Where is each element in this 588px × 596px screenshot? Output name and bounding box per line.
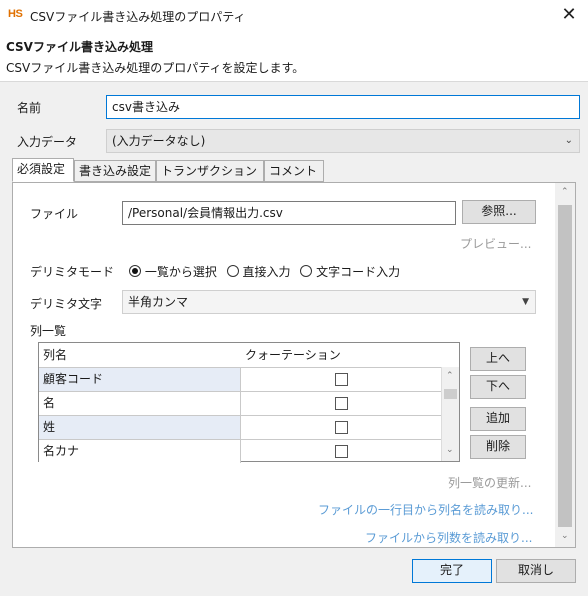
cell-quote bbox=[241, 368, 441, 391]
file-path-input[interactable]: /Personal/会員情報出力.csv bbox=[122, 201, 456, 225]
table-row[interactable]: 名 bbox=[39, 391, 441, 415]
column-header-quote: クォーテーション bbox=[245, 348, 341, 362]
input-data-value: (入力データなし) bbox=[112, 134, 206, 148]
window-title: CSVファイル書き込み処理のプロパティ bbox=[30, 10, 246, 24]
add-button[interactable]: 追加 bbox=[470, 407, 526, 431]
column-list-label: 列一覧 bbox=[30, 324, 67, 338]
cell-column-name[interactable]: 名 bbox=[39, 392, 241, 415]
read-column-count-link[interactable]: ファイルから列数を読み取り... bbox=[365, 529, 532, 546]
quote-checkbox[interactable] bbox=[335, 421, 348, 434]
delimiter-char-label: デリミタ文字 bbox=[30, 297, 103, 311]
move-down-button[interactable]: 下へ bbox=[470, 375, 526, 399]
table-row[interactable]: 名カナ bbox=[39, 439, 441, 463]
radio-selected-icon bbox=[129, 265, 141, 277]
name-input[interactable]: csv書き込み bbox=[106, 95, 580, 119]
app-logo: HS bbox=[8, 8, 23, 20]
move-up-button[interactable]: 上へ bbox=[470, 347, 526, 371]
tab-transaction[interactable]: トランザクション bbox=[156, 160, 264, 182]
preview-link[interactable]: プレビュー... bbox=[460, 235, 531, 252]
chevron-up-icon[interactable]: ⌃ bbox=[446, 371, 454, 381]
delimiter-mode-label: デリミタモード bbox=[30, 265, 115, 279]
finish-button[interactable]: 完了 bbox=[412, 559, 492, 583]
delimiter-mode-group: 一覧から選択 直接入力 文字コード入力 bbox=[129, 263, 400, 280]
refresh-column-list-link[interactable]: 列一覧の更新... bbox=[448, 474, 531, 491]
table-row[interactable]: 姓 bbox=[39, 415, 441, 439]
chevron-down-icon[interactable]: ⌄ bbox=[561, 531, 569, 541]
radio-empty-icon bbox=[300, 265, 313, 277]
input-data-label: 入力データ bbox=[17, 135, 78, 149]
quote-checkbox[interactable] bbox=[335, 397, 348, 410]
radio-empty-icon bbox=[226, 265, 239, 277]
file-label: ファイル bbox=[30, 207, 79, 221]
column-table: 列名 クォーテーション 顧客コード 名 姓 名カナ ⌃ ⌄ bbox=[38, 342, 460, 463]
delimiter-char-select[interactable]: 半角カンマ ▼ bbox=[122, 290, 536, 314]
cell-column-name[interactable]: 顧客コード bbox=[39, 368, 241, 391]
cell-column-name[interactable]: 姓 bbox=[39, 416, 241, 439]
chevron-down-icon: ⌄ bbox=[564, 135, 573, 146]
title-bar: HS CSVファイル書き込み処理のプロパティ ✕ bbox=[0, 0, 588, 30]
column-header-name: 列名 bbox=[43, 348, 68, 362]
cell-quote bbox=[241, 392, 441, 415]
tab-comment[interactable]: コメント bbox=[264, 160, 324, 182]
browse-button[interactable]: 参照... bbox=[462, 200, 536, 224]
read-header-link[interactable]: ファイルの一行目から列名を読み取り... bbox=[318, 501, 533, 518]
table-scroll-thumb[interactable] bbox=[444, 389, 457, 399]
chevron-down-icon: ▼ bbox=[522, 297, 529, 307]
delete-button[interactable]: 削除 bbox=[470, 435, 526, 459]
radio-direct-input[interactable]: 直接入力 bbox=[226, 265, 291, 279]
cell-quote bbox=[241, 416, 441, 439]
quote-checkbox[interactable] bbox=[335, 373, 348, 386]
table-row[interactable]: 顧客コード bbox=[39, 367, 441, 391]
cell-column-name[interactable]: 名カナ bbox=[39, 440, 241, 463]
cancel-button[interactable]: 取消し bbox=[496, 559, 576, 583]
cell-quote bbox=[241, 440, 441, 463]
header-title: CSVファイル書き込み処理 bbox=[6, 40, 153, 54]
close-icon[interactable]: ✕ bbox=[554, 3, 584, 27]
tab-write-settings[interactable]: 書き込み設定 bbox=[74, 160, 156, 182]
name-label: 名前 bbox=[17, 101, 42, 115]
panel-scroll-thumb[interactable] bbox=[558, 205, 572, 527]
delimiter-char-value: 半角カンマ bbox=[128, 295, 189, 309]
tab-required[interactable]: 必須設定 bbox=[12, 158, 74, 182]
quote-checkbox[interactable] bbox=[335, 445, 348, 458]
radio-list-select[interactable]: 一覧から選択 bbox=[129, 265, 217, 279]
chevron-down-icon[interactable]: ⌄ bbox=[446, 445, 454, 455]
header-description: CSVファイル書き込み処理のプロパティを設定します。 bbox=[6, 61, 305, 75]
input-data-select[interactable]: (入力データなし) ⌄ bbox=[106, 129, 580, 153]
radio-charcode-input[interactable]: 文字コード入力 bbox=[300, 265, 400, 279]
table-scrollbar[interactable]: ⌃ ⌄ bbox=[441, 367, 459, 461]
chevron-up-icon[interactable]: ⌃ bbox=[561, 187, 569, 197]
dialog-header: CSVファイル書き込み処理 CSVファイル書き込み処理のプロパティを設定します。 bbox=[0, 30, 588, 82]
